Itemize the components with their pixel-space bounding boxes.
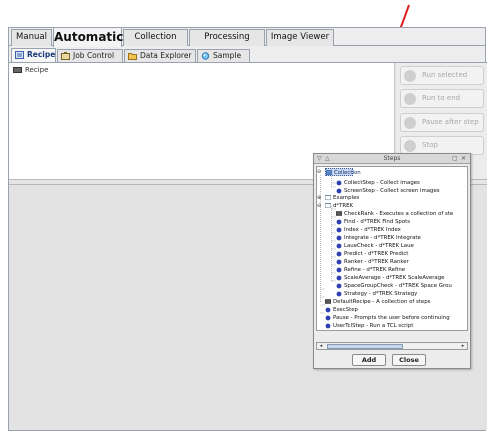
dialog-shade-icon[interactable]: △ — [325, 155, 330, 163]
tree-node-label: Examples — [333, 195, 360, 201]
tree-node-label: LaueCheck - d*TREK Laue — [344, 243, 414, 249]
tree-node-label: Pause - Prompts the user before continui… — [333, 315, 450, 321]
tab-sample-label: Sample — [213, 51, 242, 60]
step-bullet-icon — [325, 323, 331, 329]
tab-job-control-label: Job Control — [73, 51, 115, 60]
stop-label: Stop — [422, 141, 438, 149]
close-button[interactable]: Close — [392, 354, 426, 366]
tree-node-label: Index - d*TREK Index — [344, 227, 401, 233]
tree-node-label: CollectStep - Collect images — [344, 180, 420, 186]
run-selected-button[interactable]: Run selected — [400, 66, 484, 85]
recipe-root-node[interactable]: Recipe — [13, 65, 48, 75]
tab-collection-monitor[interactable]: Collection Monitor — [123, 29, 188, 57]
recipe-collection-icon — [336, 211, 342, 216]
tab-job-control[interactable]: Job Control — [57, 49, 123, 62]
dialog-restore-icon[interactable]: ▢ — [452, 155, 458, 163]
tree-node-label: SpaceGroupCheck - d*TREK Space Grou — [344, 283, 452, 289]
pause-after-step-label: Pause after step — [422, 118, 479, 126]
sub-tab-bar: Recipe Job Control Data Explorer Sample — [9, 47, 485, 79]
tab-data-explorer-label: Data Explorer — [140, 51, 192, 60]
tree-node-label: Refine - d*TREK Refine — [344, 267, 406, 273]
step-bullet-icon — [336, 180, 342, 186]
steps-dialog: Steps ▽ △ ▢ ✕ ⊖ Collection CollectStep -… — [313, 153, 471, 369]
tree-node-label: Strategy - d*TREK Strategy — [344, 291, 418, 297]
job-control-icon — [61, 52, 70, 60]
sample-icon — [201, 52, 210, 60]
run-to-end-button[interactable]: Run to end — [400, 89, 484, 108]
step-bullet-icon — [325, 307, 331, 313]
recipe-root-label: Recipe — [25, 66, 49, 74]
step-bullet-icon — [336, 259, 342, 265]
step-bullet-icon — [325, 315, 331, 321]
tree-node-label: Predict - d*TREK Predict — [344, 251, 409, 257]
tree-node-label: UserTclStep - Run a TCL script — [333, 323, 414, 329]
expand-examples-icon[interactable]: ⊕ — [317, 195, 321, 201]
add-button[interactable]: Add — [352, 354, 386, 366]
tree-node-label: ExecStep — [333, 307, 358, 313]
tab-sample[interactable]: Sample — [197, 49, 250, 62]
step-bullet-icon — [336, 291, 342, 297]
tab-processing[interactable]: Processing — [189, 29, 265, 46]
tab-image-viewer[interactable]: Image Viewer — [266, 29, 334, 46]
step-bullet-icon — [336, 219, 342, 225]
tree-node-label: DefaultRecipe - A collection of steps — [333, 299, 431, 305]
recipe-collection-icon — [325, 299, 331, 304]
tree-node-label: Collection — [334, 170, 361, 176]
pause-after-step-button[interactable]: Pause after step — [400, 113, 484, 132]
dialog-menu-icon[interactable]: ▽ — [317, 155, 322, 163]
scroll-left-icon[interactable]: ◂ — [317, 343, 325, 349]
tree-node-label: CheckRank - Executes a collection of ste — [344, 211, 454, 217]
folder-open-icon — [325, 203, 331, 208]
steps-dialog-title: Steps — [314, 154, 470, 164]
folder-icon — [325, 195, 331, 200]
tab-data-explorer[interactable]: Data Explorer — [124, 49, 196, 62]
stop-icon — [404, 140, 416, 152]
run-selected-icon — [404, 70, 416, 82]
pause-icon — [404, 117, 416, 129]
run-to-end-icon — [404, 93, 416, 105]
step-bullet-icon — [336, 227, 342, 233]
step-bullet-icon — [336, 275, 342, 281]
run-to-end-label: Run to end — [422, 94, 461, 102]
tree-node-label: Ranker - d*TREK Ranker — [344, 259, 409, 265]
expand-dtrek-icon[interactable]: ⊖ — [317, 203, 321, 209]
tab-recipe-label: Recipe — [27, 50, 56, 59]
horizontal-scrollbar[interactable]: ◂ ▸ — [316, 342, 468, 350]
steps-tree[interactable]: ⊖ Collection CollectStep - Collect image… — [316, 166, 468, 331]
step-bullet-icon — [336, 251, 342, 257]
scroll-right-icon[interactable]: ▸ — [459, 343, 467, 349]
tree-node-label: ScaleAverage - d*TREK ScaleAverage — [344, 275, 445, 281]
folder-icon — [128, 53, 137, 60]
run-selected-label: Run selected — [422, 71, 468, 79]
recipe-icon — [15, 51, 24, 59]
tree-node-collection[interactable]: Collection — [325, 168, 361, 176]
tab-recipe[interactable]: Recipe — [11, 48, 56, 62]
step-bullet-icon — [336, 243, 342, 249]
tab-manual[interactable]: Manual — [11, 29, 52, 46]
tree-node-label: Find - d*TREK Find Spots — [344, 219, 411, 225]
recipe-node-icon — [13, 67, 22, 73]
scroll-thumb[interactable] — [327, 344, 403, 349]
expand-collection-icon[interactable]: ⊖ — [317, 169, 321, 175]
tree-node-label: Integrate - d*TREK Integrate — [344, 235, 421, 241]
dialog-close-icon[interactable]: ✕ — [461, 155, 466, 163]
main-tab-bar: Manual Automatic Collection Monitor Proc… — [9, 27, 485, 57]
step-bullet-icon — [336, 235, 342, 241]
tree-node-label: d*TREK — [333, 203, 354, 209]
tab-automatic[interactable]: Automatic — [53, 27, 123, 47]
folder-open-icon — [326, 170, 332, 175]
step-bullet-icon — [336, 267, 342, 273]
step-bullet-icon — [336, 283, 342, 289]
